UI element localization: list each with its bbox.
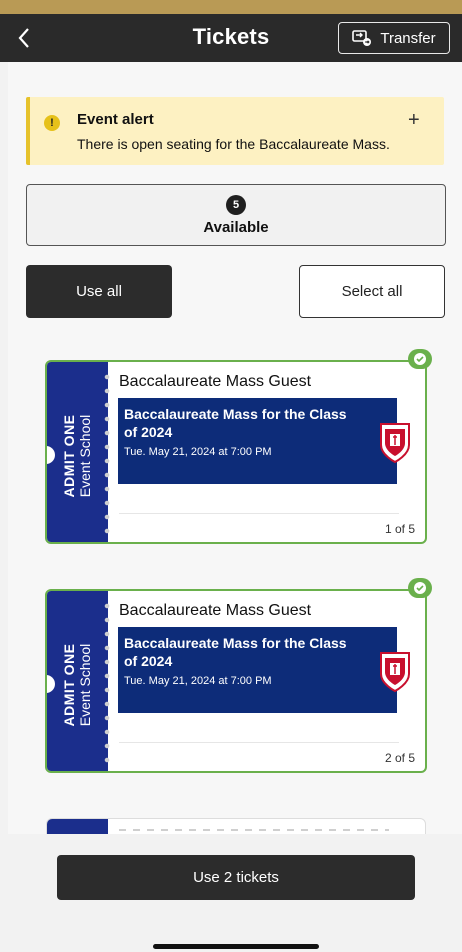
transfer-label: Transfer <box>380 29 436 47</box>
available-tab[interactable]: 5 Available <box>26 184 446 246</box>
ticket-title-placeholder <box>119 829 389 831</box>
ticket-card[interactable]: ADMIT ONE Event School Baccalaureate Mas… <box>45 360 427 544</box>
available-count-badge: 5 <box>226 194 246 215</box>
check-icon[interactable] <box>408 578 432 598</box>
exclamation-icon: ! <box>44 115 60 131</box>
event-date: Tue. May 21, 2024 at 7:00 PM <box>124 446 272 458</box>
ticket-card-peek[interactable] <box>46 818 426 834</box>
perforation <box>104 599 110 765</box>
ticket-stub <box>47 819 108 834</box>
alert-title: Event alert <box>77 111 154 128</box>
top-strip <box>0 0 462 14</box>
alert-text: There is open seating for the Baccalaure… <box>77 136 390 152</box>
school-crest-icon <box>380 423 410 464</box>
available-label: Available <box>203 218 269 236</box>
home-indicator <box>153 944 319 949</box>
perforation <box>104 370 110 536</box>
ticket-title: Baccalaureate Mass Guest <box>119 602 312 619</box>
ticket-stub: ADMIT ONE Event School <box>47 591 108 771</box>
stub-school-text: Event School <box>77 643 93 727</box>
ticket-position: 2 of 5 <box>384 751 415 765</box>
ticket-stub: ADMIT ONE Event School <box>47 362 108 542</box>
ticket-title: Baccalaureate Mass Guest <box>119 373 312 390</box>
event-info: Baccalaureate Mass for the Class of 2024… <box>118 398 397 484</box>
ticket-divider <box>119 513 399 514</box>
stub-school-text: Event School <box>77 414 93 498</box>
select-all-button[interactable]: Select all <box>299 265 445 318</box>
transfer-button[interactable]: Transfer <box>338 22 450 54</box>
event-alert[interactable]: ! Event alert There is open seating for … <box>26 97 444 165</box>
ticket-card[interactable]: ADMIT ONE Event School Baccalaureate Mas… <box>45 589 427 773</box>
use-all-button[interactable]: Use all <box>26 265 172 318</box>
stub-admit-text: ADMIT ONE <box>60 414 77 498</box>
ticket-divider <box>119 742 399 743</box>
ticket-position: 1 of 5 <box>384 522 415 536</box>
use-tickets-button[interactable]: Use 2 tickets <box>57 855 415 900</box>
event-info: Baccalaureate Mass for the Class of 2024… <box>118 627 397 713</box>
event-date: Tue. May 21, 2024 at 7:00 PM <box>124 675 272 687</box>
transfer-icon <box>352 30 372 46</box>
app-header: Tickets Transfer <box>0 14 462 62</box>
school-crest-icon <box>380 652 410 693</box>
event-name: Baccalaureate Mass for the Class of 2024 <box>124 406 347 440</box>
stub-admit-text: ADMIT ONE <box>60 643 77 727</box>
expand-alert-button[interactable]: + <box>408 109 420 132</box>
tickets-content[interactable]: ! Event alert There is open seating for … <box>8 62 462 834</box>
bottom-action-bar: Use 2 tickets <box>0 834 462 952</box>
event-name: Baccalaureate Mass for the Class of 2024 <box>124 635 347 669</box>
check-icon[interactable] <box>408 349 432 369</box>
